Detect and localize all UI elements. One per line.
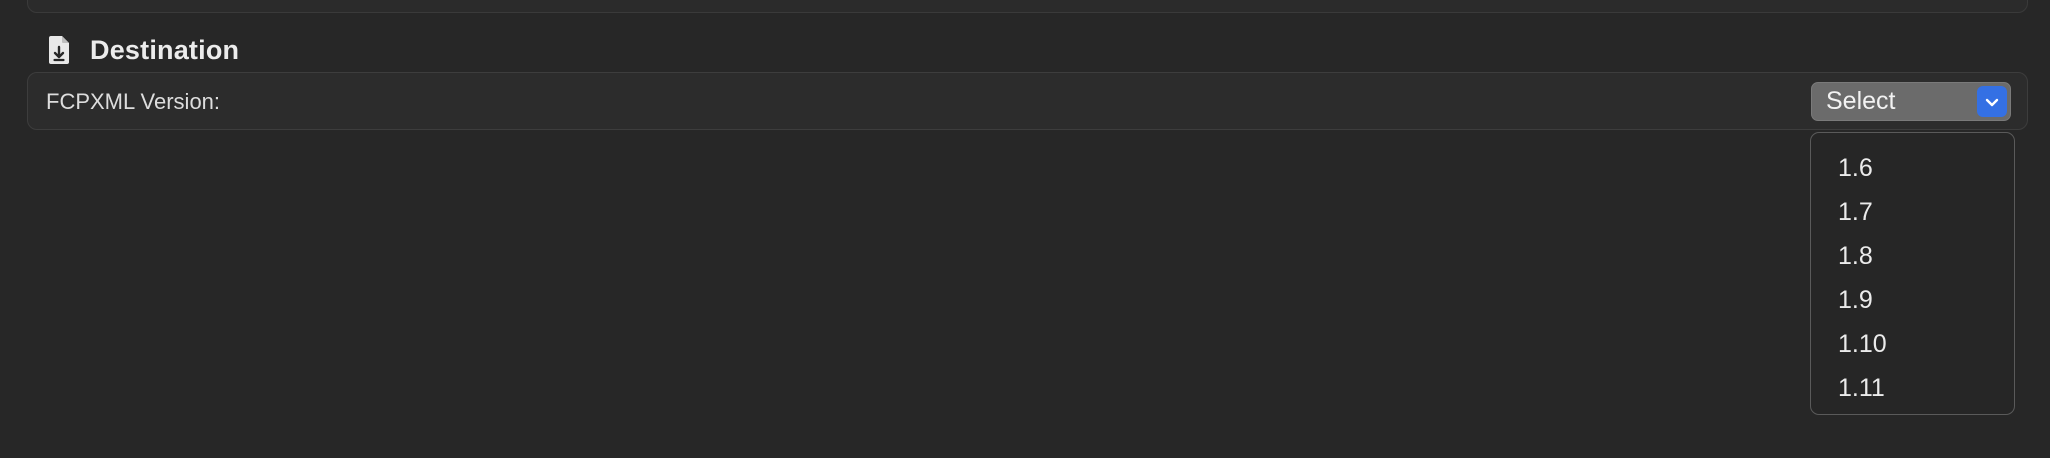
dropdown-option-1-10[interactable]: 1.10 — [1811, 322, 2014, 366]
settings-page: Destination FCPXML Version: Select 1.6 1… — [0, 0, 2050, 458]
fcpxml-version-label: FCPXML Version: — [46, 89, 221, 114]
destination-section-header: Destination — [46, 32, 239, 68]
section-title: Destination — [90, 34, 240, 65]
fcpxml-version-select[interactable]: Select — [1811, 82, 2011, 121]
dropdown-option-1-7[interactable]: 1.7 — [1811, 190, 2014, 234]
dropdown-option-1-8[interactable]: 1.8 — [1811, 234, 2014, 278]
destination-panel: FCPXML Version: Select — [27, 72, 2028, 130]
dropdown-option-1-9[interactable]: 1.9 — [1811, 278, 2014, 322]
dropdown-option-1-6[interactable]: 1.6 — [1811, 146, 2014, 190]
chevron-down-icon[interactable] — [1977, 86, 2007, 117]
fcpxml-version-dropdown: 1.6 1.7 1.8 1.9 1.10 1.11 — [1810, 132, 2015, 415]
dropdown-option-1-11[interactable]: 1.11 — [1811, 366, 2014, 410]
previous-section-panel — [27, 0, 2028, 13]
document-download-icon — [46, 34, 72, 66]
select-value: Select — [1826, 87, 1896, 115]
